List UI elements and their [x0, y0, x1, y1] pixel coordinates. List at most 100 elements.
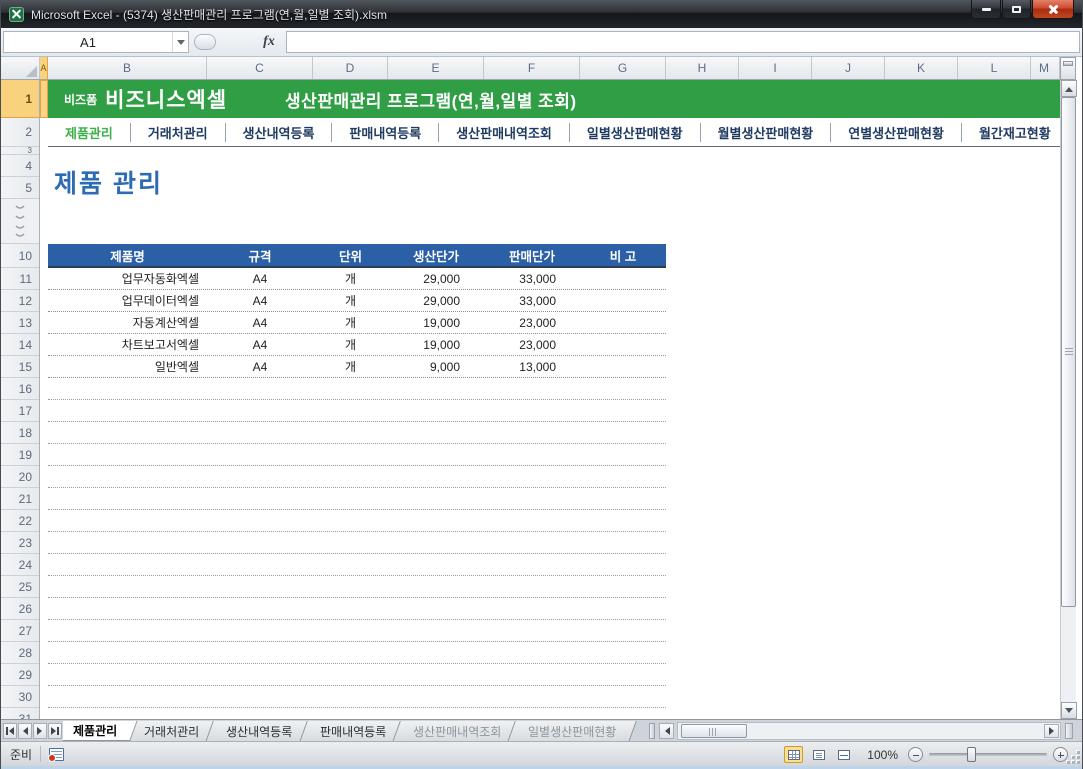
sheet-tab[interactable]: 생산판매내역조회 — [392, 721, 523, 742]
page-break-view-button[interactable] — [834, 746, 853, 763]
nav-menu-item[interactable]: 판매내역등록 — [331, 122, 438, 142]
row-header[interactable]: 2 — [1, 118, 39, 147]
table-row[interactable]: 일반엑셀 A4 개 9,000 13,000 — [48, 356, 666, 378]
row-header[interactable]: 3 — [1, 146, 39, 155]
scroll-up-button[interactable] — [1061, 80, 1077, 97]
column-header[interactable]: B — [48, 57, 207, 79]
cell-product-name[interactable]: 자동계산엑셀 — [48, 314, 207, 331]
column-header[interactable]: M — [1031, 57, 1060, 79]
cell-product-name[interactable]: 일반엑셀 — [48, 358, 207, 375]
first-sheet-button[interactable] — [3, 723, 17, 739]
nav-menu-item[interactable]: 월간재고현황 — [960, 122, 1060, 142]
cell-unit[interactable]: 개 — [313, 336, 388, 353]
column-header[interactable]: G — [580, 57, 666, 79]
cell-product-name[interactable]: 업무데이터엑셀 — [48, 292, 207, 309]
row-header[interactable]: 29 — [1, 664, 39, 686]
nav-menu-item[interactable]: 생산내역등록 — [224, 122, 332, 142]
row-header[interactable]: 12 — [1, 290, 39, 312]
table-row[interactable]: 자동계산엑셀 A4 개 19,000 23,000 — [48, 312, 666, 334]
row-header[interactable]: 28 — [1, 642, 39, 664]
nav-menu-item[interactable]: 생산판매내역조회 — [438, 122, 569, 142]
column-header[interactable]: C — [207, 57, 313, 79]
horizontal-scrollbar[interactable] — [677, 722, 1061, 740]
maximize-button[interactable] — [1002, 0, 1031, 19]
column-header[interactable]: F — [484, 57, 580, 79]
column-header[interactable]: H — [666, 57, 739, 79]
macro-record-icon[interactable] — [48, 747, 65, 762]
row-header[interactable]: 30 — [1, 686, 39, 708]
row-header[interactable]: 16 — [1, 378, 39, 400]
sheet-tab[interactable]: 제품관리 — [63, 721, 138, 741]
column-header[interactable]: J — [812, 57, 885, 79]
nav-menu-item[interactable]: 월별생산판매현황 — [699, 122, 831, 142]
cell-spec[interactable]: A4 — [207, 338, 313, 352]
row-header[interactable]: 27 — [1, 620, 39, 642]
nav-menu-item[interactable]: 거래처관리 — [129, 122, 225, 142]
row-header[interactable]: 18 — [1, 422, 39, 444]
row-header[interactable]: 22 — [1, 510, 39, 532]
nav-menu-item[interactable]: 일별생산판매현황 — [568, 122, 700, 142]
column-header[interactable]: K — [885, 57, 958, 79]
zoom-slider[interactable] — [929, 747, 1047, 762]
selected-cell-a1[interactable] — [40, 80, 48, 118]
cell-product-name[interactable]: 업무자동화엑셀 — [48, 270, 207, 287]
vertical-split-handle[interactable] — [1060, 57, 1076, 80]
row-header[interactable]: 25 — [1, 576, 39, 598]
formula-input[interactable] — [286, 31, 1080, 53]
cell-product-name[interactable]: 차트보고서엑셀 — [48, 336, 207, 353]
nav-menu-item[interactable]: 연별생산판매현황 — [830, 122, 961, 142]
cell-production-price[interactable]: 9,000 — [388, 360, 484, 374]
vertical-scrollbar[interactable] — [1060, 80, 1077, 719]
sheet-tab[interactable]: 판매내역등록 — [298, 721, 407, 742]
table-row[interactable]: 차트보고서엑셀 A4 개 19,000 23,000 — [48, 334, 666, 356]
worksheet-area[interactable]: 비즈폼 비즈니스엑셀 생산판매관리 프로그램(연,월,일별 조회) 제품관리 거… — [40, 80, 1060, 719]
column-header[interactable]: L — [958, 57, 1031, 79]
cell-production-price[interactable]: 29,000 — [388, 294, 484, 308]
row-header[interactable]: 24 — [1, 554, 39, 576]
cell-sale-price[interactable]: 13,000 — [484, 360, 580, 374]
cell-production-price[interactable]: 19,000 — [388, 338, 484, 352]
cell-sale-price[interactable]: 23,000 — [484, 316, 580, 330]
hscroll-right-button[interactable] — [1044, 724, 1059, 738]
cell-spec[interactable]: A4 — [207, 272, 313, 286]
normal-view-button[interactable] — [784, 746, 804, 763]
tab-area-resize-handle[interactable] — [1065, 723, 1073, 739]
window-resize-grip[interactable] — [1066, 750, 1080, 764]
row-header[interactable]: 21 — [1, 488, 39, 510]
hscroll-left-button[interactable] — [659, 723, 674, 739]
row-header[interactable]: 13 — [1, 312, 39, 334]
cell-production-price[interactable]: 29,000 — [388, 272, 484, 286]
prev-sheet-button[interactable] — [18, 723, 32, 739]
vertical-scrollbar-thumb[interactable] — [1061, 97, 1076, 607]
insert-function-button[interactable]: fx — [258, 34, 280, 50]
row-header[interactable]: 14 — [1, 334, 39, 356]
last-sheet-button[interactable] — [48, 723, 62, 739]
table-row[interactable]: 업무자동화엑셀 A4 개 29,000 33,000 — [48, 268, 666, 290]
row-header[interactable]: 23 — [1, 532, 39, 554]
close-button[interactable] — [1032, 0, 1074, 19]
column-header[interactable]: A — [40, 57, 48, 79]
table-row[interactable]: 업무데이터엑셀 A4 개 29,000 33,000 — [48, 290, 666, 312]
row-header[interactable]: 31 — [1, 708, 39, 719]
formula-bar-collapse-button[interactable] — [194, 34, 216, 50]
row-header[interactable]: 10 — [1, 244, 39, 268]
row-header[interactable]: 1 — [1, 80, 39, 118]
column-header[interactable]: D — [313, 57, 388, 79]
nav-menu-item[interactable]: 제품관리 — [48, 123, 130, 142]
cell-unit[interactable]: 개 — [313, 292, 388, 309]
cell-unit[interactable]: 개 — [313, 358, 388, 375]
next-sheet-button[interactable] — [33, 723, 47, 739]
sheet-tab[interactable]: 일별생산판매현황 — [507, 721, 638, 742]
cell-spec[interactable]: A4 — [207, 360, 313, 374]
tab-scrollbar-splitter[interactable] — [649, 723, 655, 739]
column-header[interactable]: E — [388, 57, 484, 79]
cell-sale-price[interactable]: 33,000 — [484, 272, 580, 286]
cell-sale-price[interactable]: 33,000 — [484, 294, 580, 308]
minimize-button[interactable] — [971, 0, 1001, 19]
page-layout-view-button[interactable] — [809, 746, 828, 763]
cell-unit[interactable]: 개 — [313, 270, 388, 287]
name-box-dropdown-icon[interactable] — [172, 32, 188, 52]
cell-spec[interactable]: A4 — [207, 294, 313, 308]
row-header[interactable]: 5 — [1, 177, 39, 199]
cell-spec[interactable]: A4 — [207, 316, 313, 330]
